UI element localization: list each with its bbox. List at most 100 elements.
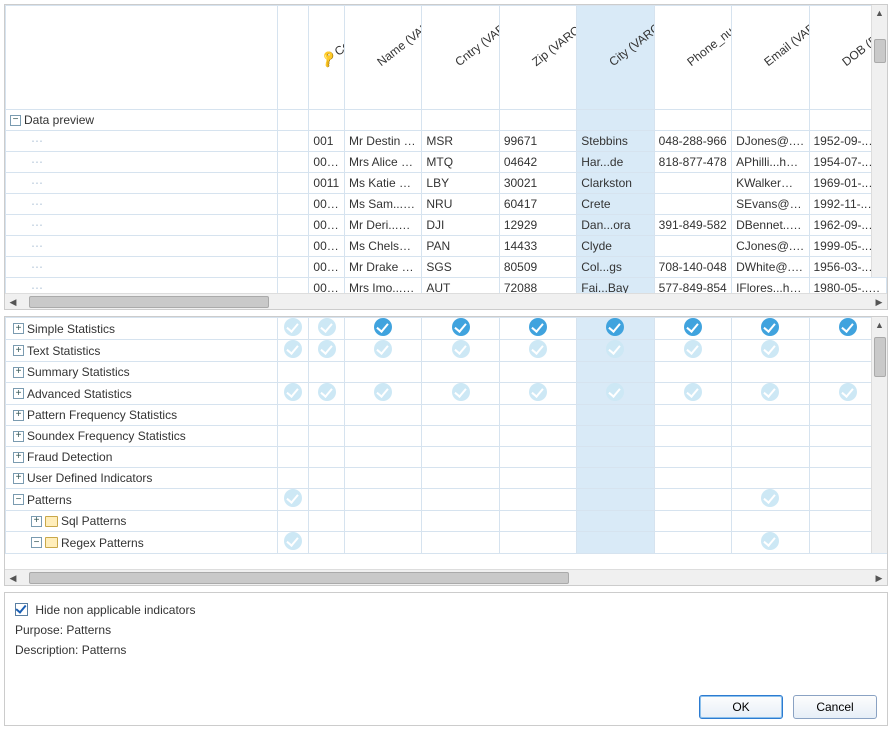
indicator-row-label[interactable]: +Simple Statistics	[6, 318, 278, 340]
drag-handle-icon[interactable]: ⋯	[31, 176, 44, 190]
data-cell[interactable]: Mrs Alice Phillips	[344, 152, 421, 173]
indicator-check-cell[interactable]	[422, 426, 499, 447]
data-cell[interactable]: 577-849-854	[654, 278, 731, 294]
data-cell[interactable]: CJones@...oo.com	[732, 236, 809, 257]
expand-icon[interactable]: +	[13, 345, 24, 356]
indicator-check-cell[interactable]	[732, 532, 809, 554]
data-preview-group[interactable]: −Data preview	[6, 110, 278, 131]
check-icon[interactable]	[606, 383, 624, 401]
row-grip-cell[interactable]: ⋯	[6, 215, 278, 236]
collapse-icon[interactable]: −	[10, 115, 21, 126]
indicator-check-cell[interactable]	[577, 447, 654, 468]
data-cell[interactable]: Ms Chelsea Jones	[344, 236, 421, 257]
data-cell[interactable]: MTQ	[422, 152, 499, 173]
indicator-check-cell[interactable]	[278, 405, 309, 426]
indicator-check-cell[interactable]	[654, 511, 731, 532]
data-cell[interactable]: 708-140-048	[654, 257, 731, 278]
data-preview-table[interactable]: 🔑Code (VARCHAR)Name (VARCHAR)Cntry (VARC…	[5, 5, 887, 293]
indicator-check-cell[interactable]	[278, 383, 309, 405]
vertical-scrollbar[interactable]: ▲	[871, 5, 887, 277]
check-icon[interactable]	[684, 340, 702, 358]
indicator-check-cell[interactable]	[278, 447, 309, 468]
check-icon[interactable]	[374, 340, 392, 358]
row-grip-cell[interactable]: ⋯	[6, 194, 278, 215]
check-icon[interactable]	[761, 318, 779, 336]
scroll-right-arrow-icon[interactable]: ▶	[871, 294, 887, 310]
indicator-check-cell[interactable]	[577, 383, 654, 405]
indicator-check-cell[interactable]	[732, 468, 809, 489]
data-cell[interactable]: 0014	[309, 236, 345, 257]
data-cell[interactable]: 391-849-582	[654, 215, 731, 236]
indicator-check-cell[interactable]	[577, 426, 654, 447]
ok-button[interactable]: OK	[699, 695, 783, 719]
data-cell[interactable]: 818-877-478	[654, 152, 731, 173]
horizontal-scrollbar[interactable]: ◀ ▶	[5, 293, 887, 309]
indicator-check-cell[interactable]	[499, 532, 576, 554]
indicator-check-cell[interactable]	[422, 511, 499, 532]
indicator-row-label[interactable]: +Pattern Frequency Statistics	[6, 405, 278, 426]
indicator-check-cell[interactable]	[499, 318, 576, 340]
indicator-check-cell[interactable]	[654, 340, 731, 362]
data-cell[interactable]: 72088	[499, 278, 576, 294]
indicator-check-cell[interactable]	[309, 362, 345, 383]
data-cell[interactable]: 04642	[499, 152, 576, 173]
expand-icon[interactable]: +	[13, 410, 24, 421]
indicator-row-label[interactable]: +Fraud Detection	[6, 447, 278, 468]
check-icon[interactable]	[284, 340, 302, 358]
indicator-check-cell[interactable]	[309, 447, 345, 468]
indicator-check-cell[interactable]	[577, 489, 654, 511]
indicator-check-cell[interactable]	[344, 426, 421, 447]
indicator-check-cell[interactable]	[278, 468, 309, 489]
indicator-check-cell[interactable]	[344, 468, 421, 489]
data-cell[interactable]: 1980-05-..:00:00.0	[809, 278, 887, 294]
expand-icon[interactable]: +	[13, 473, 24, 484]
indicator-row-label[interactable]: +Advanced Statistics	[6, 383, 278, 405]
expand-icon[interactable]: +	[31, 516, 42, 527]
data-cell[interactable]: 12929	[499, 215, 576, 236]
scroll-left-arrow-icon[interactable]: ◀	[5, 294, 21, 310]
indicator-check-cell[interactable]	[422, 447, 499, 468]
indicator-check-cell[interactable]	[309, 318, 345, 340]
data-cell[interactable]: 0015	[309, 257, 345, 278]
indicator-check-cell[interactable]	[309, 532, 345, 554]
scroll-up-arrow-icon[interactable]: ▲	[872, 317, 888, 333]
data-cell[interactable]: MSR	[422, 131, 499, 152]
data-cell[interactable]: Dan...ora	[577, 215, 654, 236]
drag-handle-icon[interactable]: ⋯	[31, 197, 44, 211]
indicator-check-cell[interactable]	[499, 426, 576, 447]
indicator-check-cell[interactable]	[577, 362, 654, 383]
scroll-thumb[interactable]	[874, 337, 886, 377]
data-cell[interactable]: DJones@...il.com	[732, 131, 809, 152]
check-icon[interactable]	[839, 318, 857, 336]
indicator-row-label[interactable]: +Summary Statistics	[6, 362, 278, 383]
data-cell[interactable]: APhilli...hoo.com	[732, 152, 809, 173]
indicator-check-cell[interactable]	[499, 511, 576, 532]
indicator-check-cell[interactable]	[732, 362, 809, 383]
indicator-row-label[interactable]: −Patterns	[6, 489, 278, 511]
check-icon[interactable]	[318, 383, 336, 401]
scroll-up-arrow-icon[interactable]: ▲	[872, 5, 888, 21]
check-icon[interactable]	[318, 318, 336, 336]
indicator-check-cell[interactable]	[344, 511, 421, 532]
data-cell[interactable]	[654, 173, 731, 194]
scroll-thumb[interactable]	[29, 572, 569, 584]
check-icon[interactable]	[284, 383, 302, 401]
check-icon[interactable]	[839, 383, 857, 401]
indicator-row-label[interactable]: +User Defined Indicators	[6, 468, 278, 489]
check-icon[interactable]	[452, 383, 470, 401]
indicator-check-cell[interactable]	[499, 468, 576, 489]
row-grip-cell[interactable]: ⋯	[6, 173, 278, 194]
indicator-check-cell[interactable]	[309, 426, 345, 447]
check-icon[interactable]	[761, 532, 779, 550]
indicator-check-cell[interactable]	[422, 340, 499, 362]
data-cell[interactable]	[654, 236, 731, 257]
indicator-check-cell[interactable]	[732, 340, 809, 362]
expand-icon[interactable]: +	[13, 388, 24, 399]
indicator-check-cell[interactable]	[654, 532, 731, 554]
indicator-check-cell[interactable]	[344, 532, 421, 554]
data-cell[interactable]: 80509	[499, 257, 576, 278]
data-cell[interactable]: SEvans@gmail.com	[732, 194, 809, 215]
indicator-check-cell[interactable]	[499, 383, 576, 405]
indicator-check-cell[interactable]	[422, 532, 499, 554]
column-header[interactable]: Phone_num (VARCHAR)	[654, 6, 731, 110]
